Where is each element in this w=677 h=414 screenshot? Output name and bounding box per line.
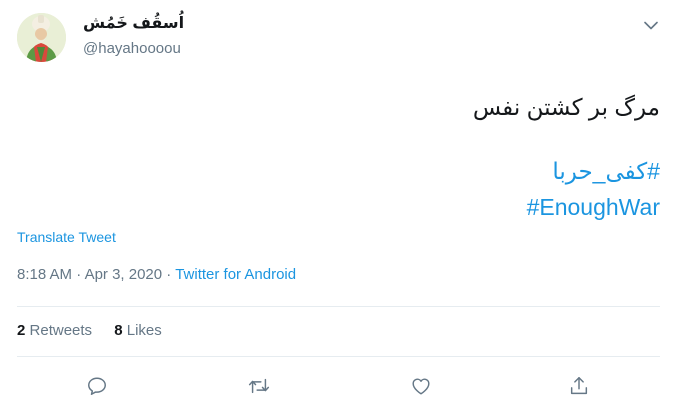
retweet-icon	[248, 378, 270, 394]
chevron-down-icon	[644, 21, 658, 29]
tweet-metadata: 8:18 AM · Apr 3, 2020 · Twitter for Andr…	[17, 266, 296, 283]
avatar[interactable]	[17, 13, 66, 62]
user-handle[interactable]: @hayahoooou	[83, 40, 181, 57]
display-name[interactable]: اُسقُف خَمُش	[83, 13, 184, 33]
avatar-image	[17, 13, 66, 62]
hashtag-link[interactable]: #کفی_حربا	[552, 156, 660, 186]
tweet-stats: 2 Retweets 8 Likes	[17, 322, 180, 339]
tweet-text: مرگ بر کشتن نفس	[472, 94, 660, 120]
tweet-time[interactable]: 8:18 AM	[17, 266, 72, 283]
retweets-count: 2	[17, 322, 26, 339]
likes-count: 8	[114, 322, 123, 339]
likes-label: Likes	[126, 322, 162, 339]
tweet-date[interactable]: Apr 3, 2020	[85, 266, 163, 283]
heart-icon	[412, 378, 430, 395]
like-button[interactable]	[408, 373, 434, 399]
share-button[interactable]	[566, 373, 592, 399]
translate-tweet-link[interactable]: Translate Tweet	[17, 229, 116, 245]
meta-separator: ·	[76, 266, 82, 283]
tweet-card: اُسقُف خَمُش @hayahoooou مرگ بر کشتن نفس…	[0, 0, 677, 414]
share-icon	[570, 377, 588, 395]
more-options-button[interactable]	[640, 14, 662, 36]
tweet-source-link[interactable]: Twitter for Android	[175, 266, 296, 283]
divider	[17, 306, 660, 307]
divider	[17, 356, 660, 357]
reply-icon	[88, 377, 106, 395]
hashtag-link[interactable]: #EnoughWar	[527, 192, 660, 222]
retweets-label: Retweets	[29, 322, 93, 339]
retweets-stat[interactable]: 2 Retweets	[17, 322, 92, 339]
retweet-button[interactable]	[246, 373, 272, 399]
likes-stat[interactable]: 8 Likes	[114, 322, 162, 339]
meta-separator: ·	[166, 266, 172, 283]
reply-button[interactable]	[84, 373, 110, 399]
